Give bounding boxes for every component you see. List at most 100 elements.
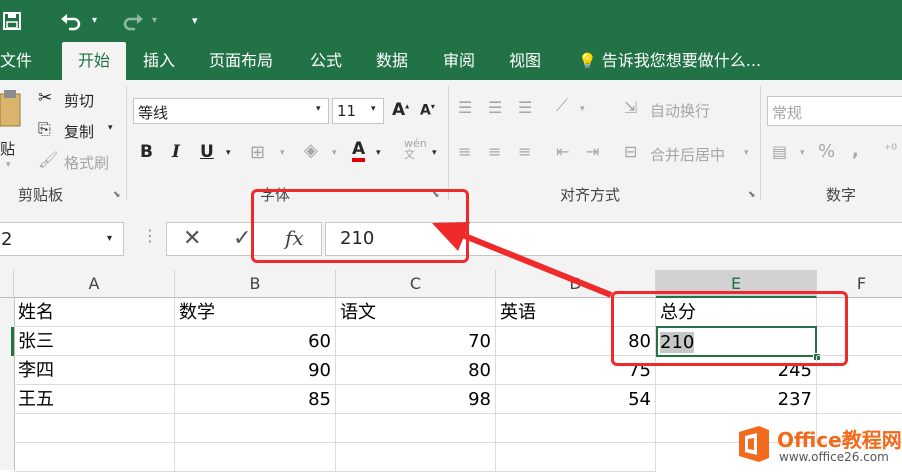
decrease-indent-icon[interactable]: ⇤	[556, 142, 569, 161]
cell-c6[interactable]	[336, 443, 496, 472]
middle-align-icon[interactable]: ☰	[488, 98, 502, 117]
merge-center-icon[interactable]: ⊟	[624, 142, 637, 161]
name-box[interactable]: 2 ▾	[0, 222, 124, 256]
fill-color-icon[interactable]: ◈	[304, 140, 318, 161]
format-painter-button[interactable]: 🖌 格式刷	[38, 150, 122, 174]
align-left-icon[interactable]: ≡	[458, 142, 471, 161]
cell-b4[interactable]: 85	[175, 385, 336, 414]
phonetic-dropdown-icon[interactable]: ▾	[432, 148, 437, 158]
column-header-a[interactable]: A	[14, 270, 175, 298]
cell-a6[interactable]	[14, 443, 175, 472]
wrap-text-button[interactable]: 自动换行	[650, 100, 710, 121]
border-dropdown-icon[interactable]: ▾	[280, 148, 285, 158]
align-center-icon[interactable]: ≡	[488, 142, 501, 161]
tab-file[interactable]: 文件	[0, 42, 40, 80]
undo-icon[interactable]	[60, 0, 84, 42]
paste-button[interactable]: 贴 ▾	[0, 88, 28, 170]
select-all-corner[interactable]	[0, 270, 14, 298]
tab-review[interactable]: 审阅	[443, 42, 475, 80]
tell-me-label: 告诉我您想要做什么...	[601, 51, 762, 70]
font-color-icon[interactable]: A	[352, 140, 366, 162]
cell-a5[interactable]	[14, 414, 175, 443]
copy-button[interactable]: ⎘ 复制 ▾	[38, 119, 122, 143]
redo-icon[interactable]	[120, 0, 144, 42]
scissors-icon: ✂	[38, 88, 53, 108]
bold-button[interactable]: B	[140, 142, 153, 162]
title-bar: ▾ ▾ ▾	[0, 0, 902, 42]
accounting-dropdown-icon[interactable]: ▾	[800, 148, 805, 158]
more-options-icon[interactable]: ⋮	[142, 226, 158, 245]
enter-icon[interactable]: ✓	[233, 226, 251, 251]
column-header-c[interactable]: C	[336, 270, 496, 298]
cell-c3[interactable]: 80	[336, 356, 496, 385]
tell-me-search[interactable]: 💡 告诉我您想要做什么...	[578, 42, 761, 80]
number-format-select[interactable]: 常规	[767, 96, 902, 126]
tab-page-layout[interactable]: 页面布局	[209, 42, 273, 80]
orientation-dropdown-icon[interactable]: ▾	[580, 104, 585, 114]
tab-data[interactable]: 数据	[376, 42, 408, 80]
save-icon[interactable]	[2, 0, 22, 42]
accounting-format-icon[interactable]: ▤	[772, 142, 787, 161]
cell-b1[interactable]: 数学	[175, 298, 336, 327]
redo-dropdown-icon[interactable]: ▾	[152, 0, 157, 42]
cell-a2[interactable]: 张三	[14, 327, 175, 356]
lightbulb-icon: 💡	[578, 52, 597, 70]
cell-c4[interactable]: 98	[336, 385, 496, 414]
cell-d5[interactable]	[496, 414, 656, 443]
cell-c1[interactable]: 语文	[336, 298, 496, 327]
comma-style-icon[interactable]: ,	[852, 140, 859, 161]
increase-decimal-icon[interactable]: ⁺⁰	[884, 142, 897, 158]
cell-b5[interactable]	[175, 414, 336, 443]
office-logo-icon	[739, 426, 769, 462]
increase-indent-icon[interactable]: ⇥	[586, 142, 599, 161]
cut-button[interactable]: ✂ 剪切	[38, 88, 108, 112]
increase-font-size-icon[interactable]: A▴	[392, 100, 409, 120]
row-headers[interactable]	[0, 298, 15, 470]
border-icon[interactable]: ⊞	[250, 142, 265, 163]
paste-dropdown-icon[interactable]: ▾	[6, 160, 11, 170]
cell-e4[interactable]: 237	[656, 385, 817, 414]
underline-button[interactable]: U	[200, 142, 214, 162]
cell-c5[interactable]	[336, 414, 496, 443]
cell-c2[interactable]: 70	[336, 327, 496, 356]
cell-a4[interactable]: 王五	[14, 385, 175, 414]
brush-icon: 🖌	[38, 150, 59, 169]
orientation-icon[interactable]: ⟋	[556, 96, 568, 116]
decrease-font-size-icon[interactable]: A▾	[420, 102, 435, 119]
phonetic-icon[interactable]: wén 文	[404, 138, 427, 160]
alignment-launcher-icon[interactable]: ⬊	[748, 190, 756, 200]
bottom-align-icon[interactable]: ☰	[518, 98, 532, 117]
percent-style-icon[interactable]: %	[818, 141, 835, 162]
cell-b3[interactable]: 90	[175, 356, 336, 385]
clipboard-launcher-icon[interactable]: ⬊	[113, 190, 121, 200]
column-header-b[interactable]: B	[175, 270, 336, 298]
copy-dropdown-icon[interactable]: ▾	[108, 123, 113, 133]
font-size-select[interactable]: 11 ▾	[332, 98, 384, 124]
font-name-select[interactable]: 等线 ▾	[133, 98, 329, 124]
cell-d4[interactable]: 54	[496, 385, 656, 414]
cancel-icon[interactable]: ✕	[183, 226, 201, 251]
fill-color-dropdown-icon[interactable]: ▾	[332, 148, 337, 158]
cell-b6[interactable]	[175, 443, 336, 472]
tab-formulas[interactable]: 公式	[310, 42, 342, 80]
watermark: Office教程网 www.office26.com	[735, 418, 902, 470]
annotation-cell-box	[611, 291, 848, 366]
cell-a1[interactable]: 姓名	[14, 298, 175, 327]
cell-d6[interactable]	[496, 443, 656, 472]
cell-f4[interactable]	[817, 385, 902, 414]
tab-insert[interactable]: 插入	[143, 42, 175, 80]
top-align-icon[interactable]: ☰	[458, 98, 472, 117]
customize-qat-icon[interactable]: ▾	[192, 0, 198, 42]
underline-dropdown-icon[interactable]: ▾	[226, 148, 231, 158]
align-right-icon[interactable]: ≡	[518, 142, 531, 161]
cell-a3[interactable]: 李四	[14, 356, 175, 385]
merge-dropdown-icon[interactable]: ▾	[744, 148, 749, 158]
font-color-dropdown-icon[interactable]: ▾	[376, 148, 381, 158]
wrap-text-icon[interactable]: ⇲	[624, 98, 637, 117]
merge-center-button[interactable]: 合并后居中	[650, 144, 725, 165]
italic-button[interactable]: I	[172, 142, 180, 162]
cell-b2[interactable]: 60	[175, 327, 336, 356]
tab-home[interactable]: 开始	[62, 42, 126, 80]
undo-dropdown-icon[interactable]: ▾	[92, 0, 97, 42]
tab-view[interactable]: 视图	[509, 42, 541, 80]
